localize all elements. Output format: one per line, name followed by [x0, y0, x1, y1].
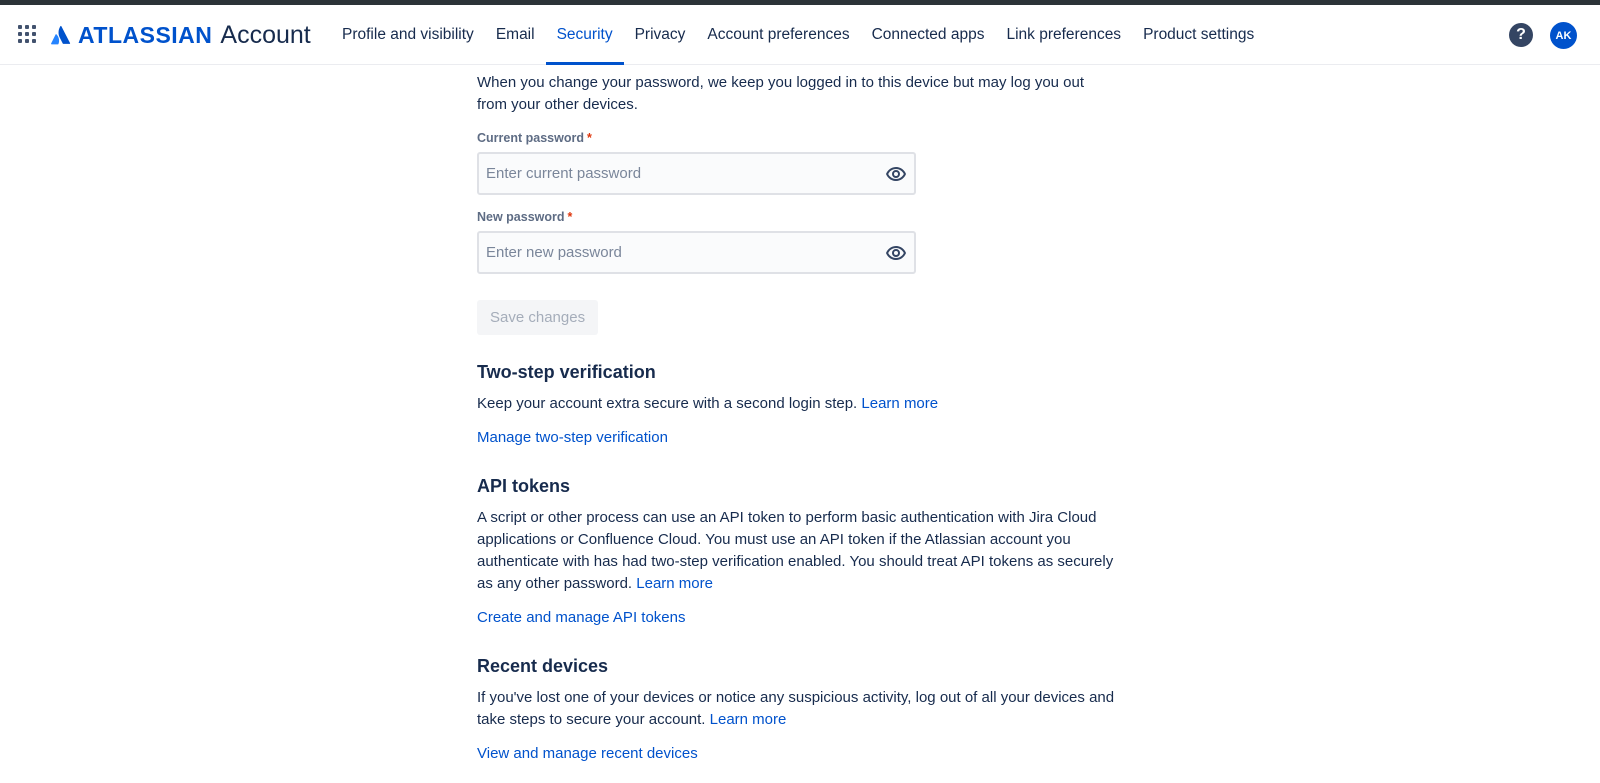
atlassian-account-logo[interactable]: ATLASSIAN Account	[50, 21, 311, 49]
recent-devices-description: If you've lost one of your devices or no…	[477, 687, 1117, 731]
tab-connected-apps[interactable]: Connected apps	[861, 5, 996, 65]
recent-devices-learn-more-link[interactable]: Learn more	[710, 711, 787, 728]
current-password-input[interactable]	[479, 154, 869, 193]
tab-profile-and-visibility[interactable]: Profile and visibility	[331, 5, 485, 65]
manage-two-step-link[interactable]: Manage two-step verification	[477, 427, 1117, 449]
tab-account-preferences[interactable]: Account preferences	[696, 5, 860, 65]
two-step-learn-more-link[interactable]: Learn more	[861, 395, 938, 412]
top-nav: Profile and visibility Email Security Pr…	[331, 5, 1265, 65]
new-password-field	[477, 231, 916, 274]
tab-product-settings[interactable]: Product settings	[1132, 5, 1265, 65]
tab-email[interactable]: Email	[485, 5, 546, 65]
security-content: When you change your password, we keep y…	[477, 66, 1117, 765]
new-password-label-text: New password	[477, 210, 565, 224]
current-password-field	[477, 152, 916, 195]
avatar[interactable]: AK	[1550, 22, 1577, 49]
manage-recent-devices-link[interactable]: View and manage recent devices	[477, 743, 1117, 765]
atlassian-logo-icon	[51, 25, 71, 45]
new-password-input[interactable]	[479, 233, 869, 272]
required-asterisk: *	[586, 131, 592, 145]
tab-link-preferences[interactable]: Link preferences	[995, 5, 1132, 65]
eye-icon[interactable]	[884, 241, 908, 265]
manage-api-tokens-link[interactable]: Create and manage API tokens	[477, 607, 1117, 629]
api-tokens-text: A script or other process can use an API…	[477, 509, 1114, 592]
header: ATLASSIAN Account Profile and visibility…	[0, 5, 1600, 65]
required-asterisk: *	[567, 210, 573, 224]
tab-security[interactable]: Security	[545, 5, 624, 65]
api-tokens-title: API tokens	[477, 476, 571, 496]
app-switcher-grid-icon[interactable]	[18, 25, 38, 45]
recent-devices-title: Recent devices	[477, 656, 609, 676]
eye-icon[interactable]	[884, 162, 908, 186]
help-icon[interactable]: ?	[1509, 23, 1533, 47]
two-step-title: Two-step verification	[477, 362, 656, 382]
two-step-description: Keep your account extra secure with a se…	[477, 393, 1117, 415]
password-intro: When you change your password, we keep y…	[477, 74, 1085, 113]
recent-devices-text: If you've lost one of your devices or no…	[477, 689, 1115, 728]
two-step-text: Keep your account extra secure with a se…	[477, 395, 858, 412]
current-password-label-text: Current password	[477, 131, 584, 145]
logo-account-text: Account	[220, 20, 311, 49]
save-changes-button[interactable]: Save changes	[477, 300, 599, 335]
new-password-label: New password *	[477, 210, 1117, 226]
api-tokens-learn-more-link[interactable]: Learn more	[636, 575, 713, 592]
tab-privacy[interactable]: Privacy	[624, 5, 697, 65]
api-tokens-description: A script or other process can use an API…	[477, 507, 1117, 595]
current-password-label: Current password *	[477, 131, 1117, 147]
logo-wordmark: ATLASSIAN	[78, 21, 213, 48]
